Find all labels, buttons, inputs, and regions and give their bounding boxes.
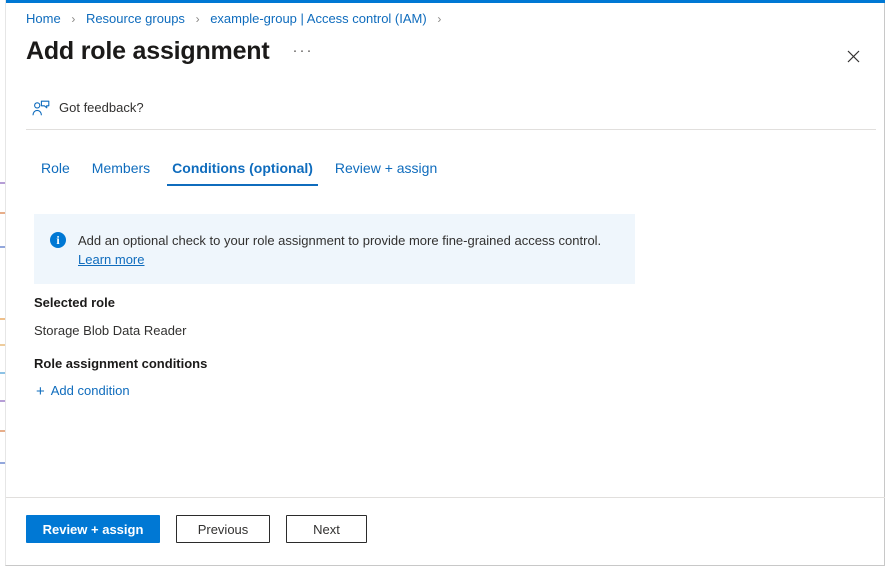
learn-more-link[interactable]: Learn more: [78, 252, 144, 267]
close-button[interactable]: [837, 40, 869, 72]
feedback-person-icon: [32, 100, 50, 115]
page-title: Add role assignment: [26, 37, 270, 65]
more-options-icon[interactable]: ···: [289, 39, 316, 63]
review-assign-button[interactable]: Review + assign: [26, 515, 160, 543]
role-assignment-conditions-heading: Role assignment conditions: [34, 356, 208, 371]
add-condition-button[interactable]: + Add condition: [36, 382, 130, 400]
info-banner-text: Add an optional check to your role assig…: [78, 231, 608, 269]
tab-role-label: Role: [41, 160, 70, 176]
tab-review-assign-label: Review + assign: [334, 160, 438, 176]
plus-icon: +: [36, 382, 45, 400]
tab-role[interactable]: Role: [30, 155, 81, 186]
tab-members-label: Members: [91, 160, 151, 176]
got-feedback-button[interactable]: Got feedback?: [32, 99, 144, 117]
breadcrumb-separator-icon: ›: [195, 12, 200, 26]
selected-role-heading: Selected role: [34, 295, 115, 310]
next-button[interactable]: Next: [286, 515, 367, 543]
tab-conditions-label: Conditions (optional): [172, 160, 313, 176]
selected-role-value: Storage Blob Data Reader: [34, 323, 187, 338]
previous-button[interactable]: Previous: [176, 515, 270, 543]
breadcrumb-separator-icon: ›: [71, 12, 76, 26]
breadcrumb-item-example-group[interactable]: example-group | Access control (IAM): [210, 11, 427, 26]
breadcrumb-separator-icon: ›: [437, 12, 442, 26]
tab-conditions[interactable]: Conditions (optional): [161, 155, 324, 186]
info-banner-message: Add an optional check to your role assig…: [78, 233, 602, 248]
breadcrumb-item-home[interactable]: Home: [26, 11, 61, 26]
header-divider: [26, 129, 876, 130]
breadcrumb: Home › Resource groups › example-group |…: [26, 10, 448, 28]
wizard-tabs: Role Members Conditions (optional) Revie…: [30, 155, 448, 186]
page-title-row: Add role assignment ···: [26, 36, 316, 66]
screen-root: Home › Resource groups › example-group |…: [0, 0, 885, 566]
info-icon: i: [50, 232, 66, 248]
footer-actions: Review + assign Previous Next: [6, 498, 885, 565]
info-banner: i Add an optional check to your role ass…: [34, 214, 635, 284]
add-condition-label: Add condition: [50, 383, 130, 398]
got-feedback-label: Got feedback?: [59, 100, 144, 115]
blade-panel: Home › Resource groups › example-group |…: [5, 0, 885, 566]
tab-review-assign[interactable]: Review + assign: [324, 155, 448, 186]
breadcrumb-item-resource-groups[interactable]: Resource groups: [86, 11, 185, 26]
blade-accent-bar: [6, 0, 885, 3]
close-icon: [847, 50, 859, 62]
tab-members[interactable]: Members: [81, 155, 161, 186]
